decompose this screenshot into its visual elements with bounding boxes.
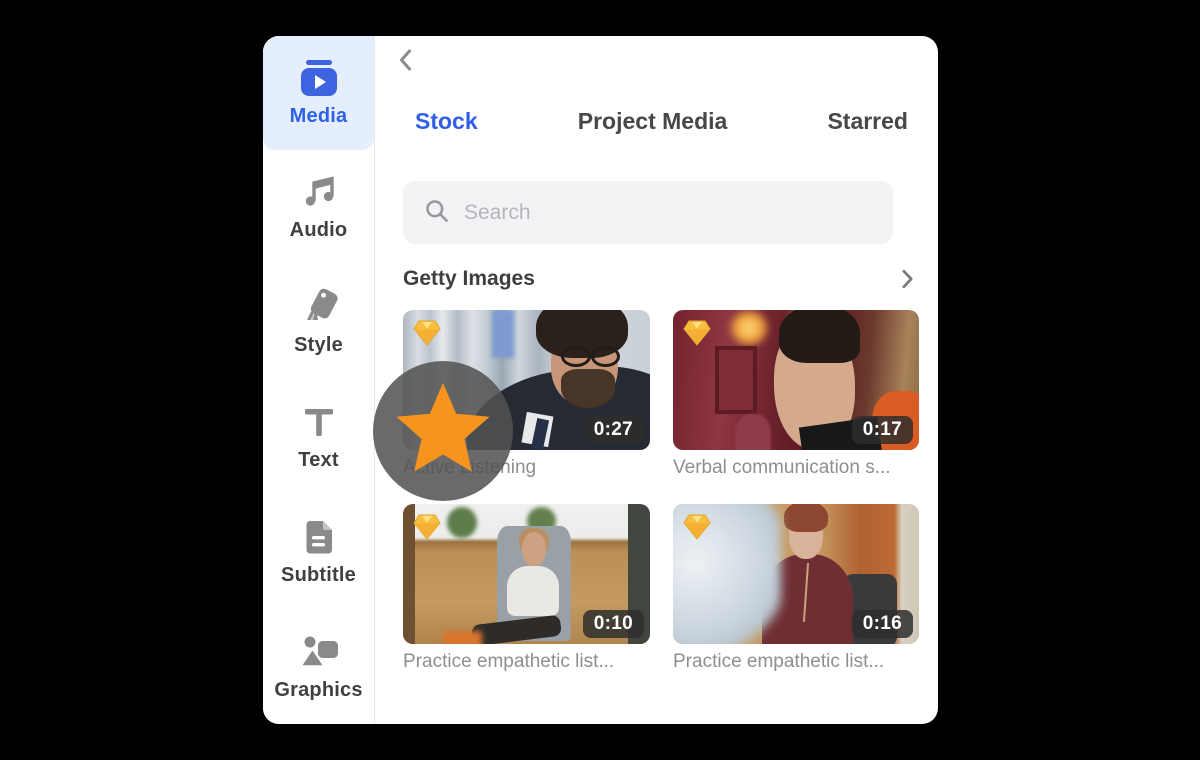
graphics-icon — [299, 632, 339, 672]
chevron-right-icon[interactable] — [895, 267, 919, 291]
search-icon — [423, 197, 450, 229]
premium-gem-icon — [683, 514, 711, 540]
getty-images-section-header[interactable]: Getty Images — [403, 264, 919, 294]
sidebar-item-label: Style — [294, 334, 343, 357]
video-title: Verbal communication s... — [673, 457, 919, 479]
audio-icon — [301, 172, 337, 212]
media-icon — [297, 58, 341, 98]
premium-gem-icon — [413, 320, 441, 346]
video-grid: 0:27 Active Listening — [403, 310, 919, 673]
video-thumbnail: 0:10 — [403, 504, 650, 644]
video-card[interactable]: 0:10 Practice empathetic list... — [403, 504, 650, 673]
back-button[interactable] — [391, 48, 419, 76]
sidebar-item-text[interactable]: Text — [263, 379, 374, 494]
text-icon — [302, 402, 336, 442]
sidebar-item-label: Text — [298, 449, 338, 472]
duration-badge: 0:27 — [583, 416, 644, 444]
duration-badge: 0:10 — [583, 610, 644, 638]
search-input[interactable] — [464, 201, 873, 225]
sidebar-item-audio[interactable]: Audio — [263, 150, 374, 265]
section-title: Getty Images — [403, 267, 535, 291]
sidebar-item-label: Audio — [290, 219, 348, 242]
duration-badge: 0:16 — [852, 610, 913, 638]
sidebar-item-graphics[interactable]: Graphics — [263, 609, 374, 724]
tab-project-media[interactable]: Project Media — [578, 108, 728, 135]
tab-bar: Stock Project Media Starred — [415, 108, 908, 135]
chevron-left-icon — [397, 48, 413, 77]
star-click-indicator — [373, 361, 513, 501]
sidebar-item-media[interactable]: Media — [263, 36, 374, 150]
premium-gem-icon — [683, 320, 711, 346]
sidebar-item-style[interactable]: Style — [263, 265, 374, 380]
premium-gem-icon — [413, 514, 441, 540]
style-icon — [299, 287, 339, 327]
video-card[interactable]: 0:16 Practice empathetic list... — [673, 504, 919, 673]
video-title: Practice empathetic list... — [673, 651, 919, 673]
sidebar: Media Audio — [263, 36, 375, 724]
duration-badge: 0:17 — [852, 416, 913, 444]
sidebar-item-label: Media — [290, 105, 348, 128]
tab-stock[interactable]: Stock — [415, 108, 478, 135]
video-thumbnail: 0:16 — [673, 504, 919, 644]
sidebar-item-label: Subtitle — [281, 564, 356, 587]
page-background: Media Audio — [0, 0, 1200, 760]
video-thumbnail: 0:17 — [673, 310, 919, 450]
subtitle-icon — [303, 517, 335, 557]
video-card[interactable]: 0:17 Verbal communication s... — [673, 310, 919, 479]
tab-starred[interactable]: Starred — [827, 108, 908, 135]
sidebar-item-label: Graphics — [274, 679, 362, 702]
media-library-panel: Media Audio — [263, 36, 938, 724]
sidebar-item-subtitle[interactable]: Subtitle — [263, 494, 374, 609]
video-title: Practice empathetic list... — [403, 651, 650, 673]
star-icon — [394, 380, 492, 483]
search-bar[interactable] — [403, 181, 893, 244]
